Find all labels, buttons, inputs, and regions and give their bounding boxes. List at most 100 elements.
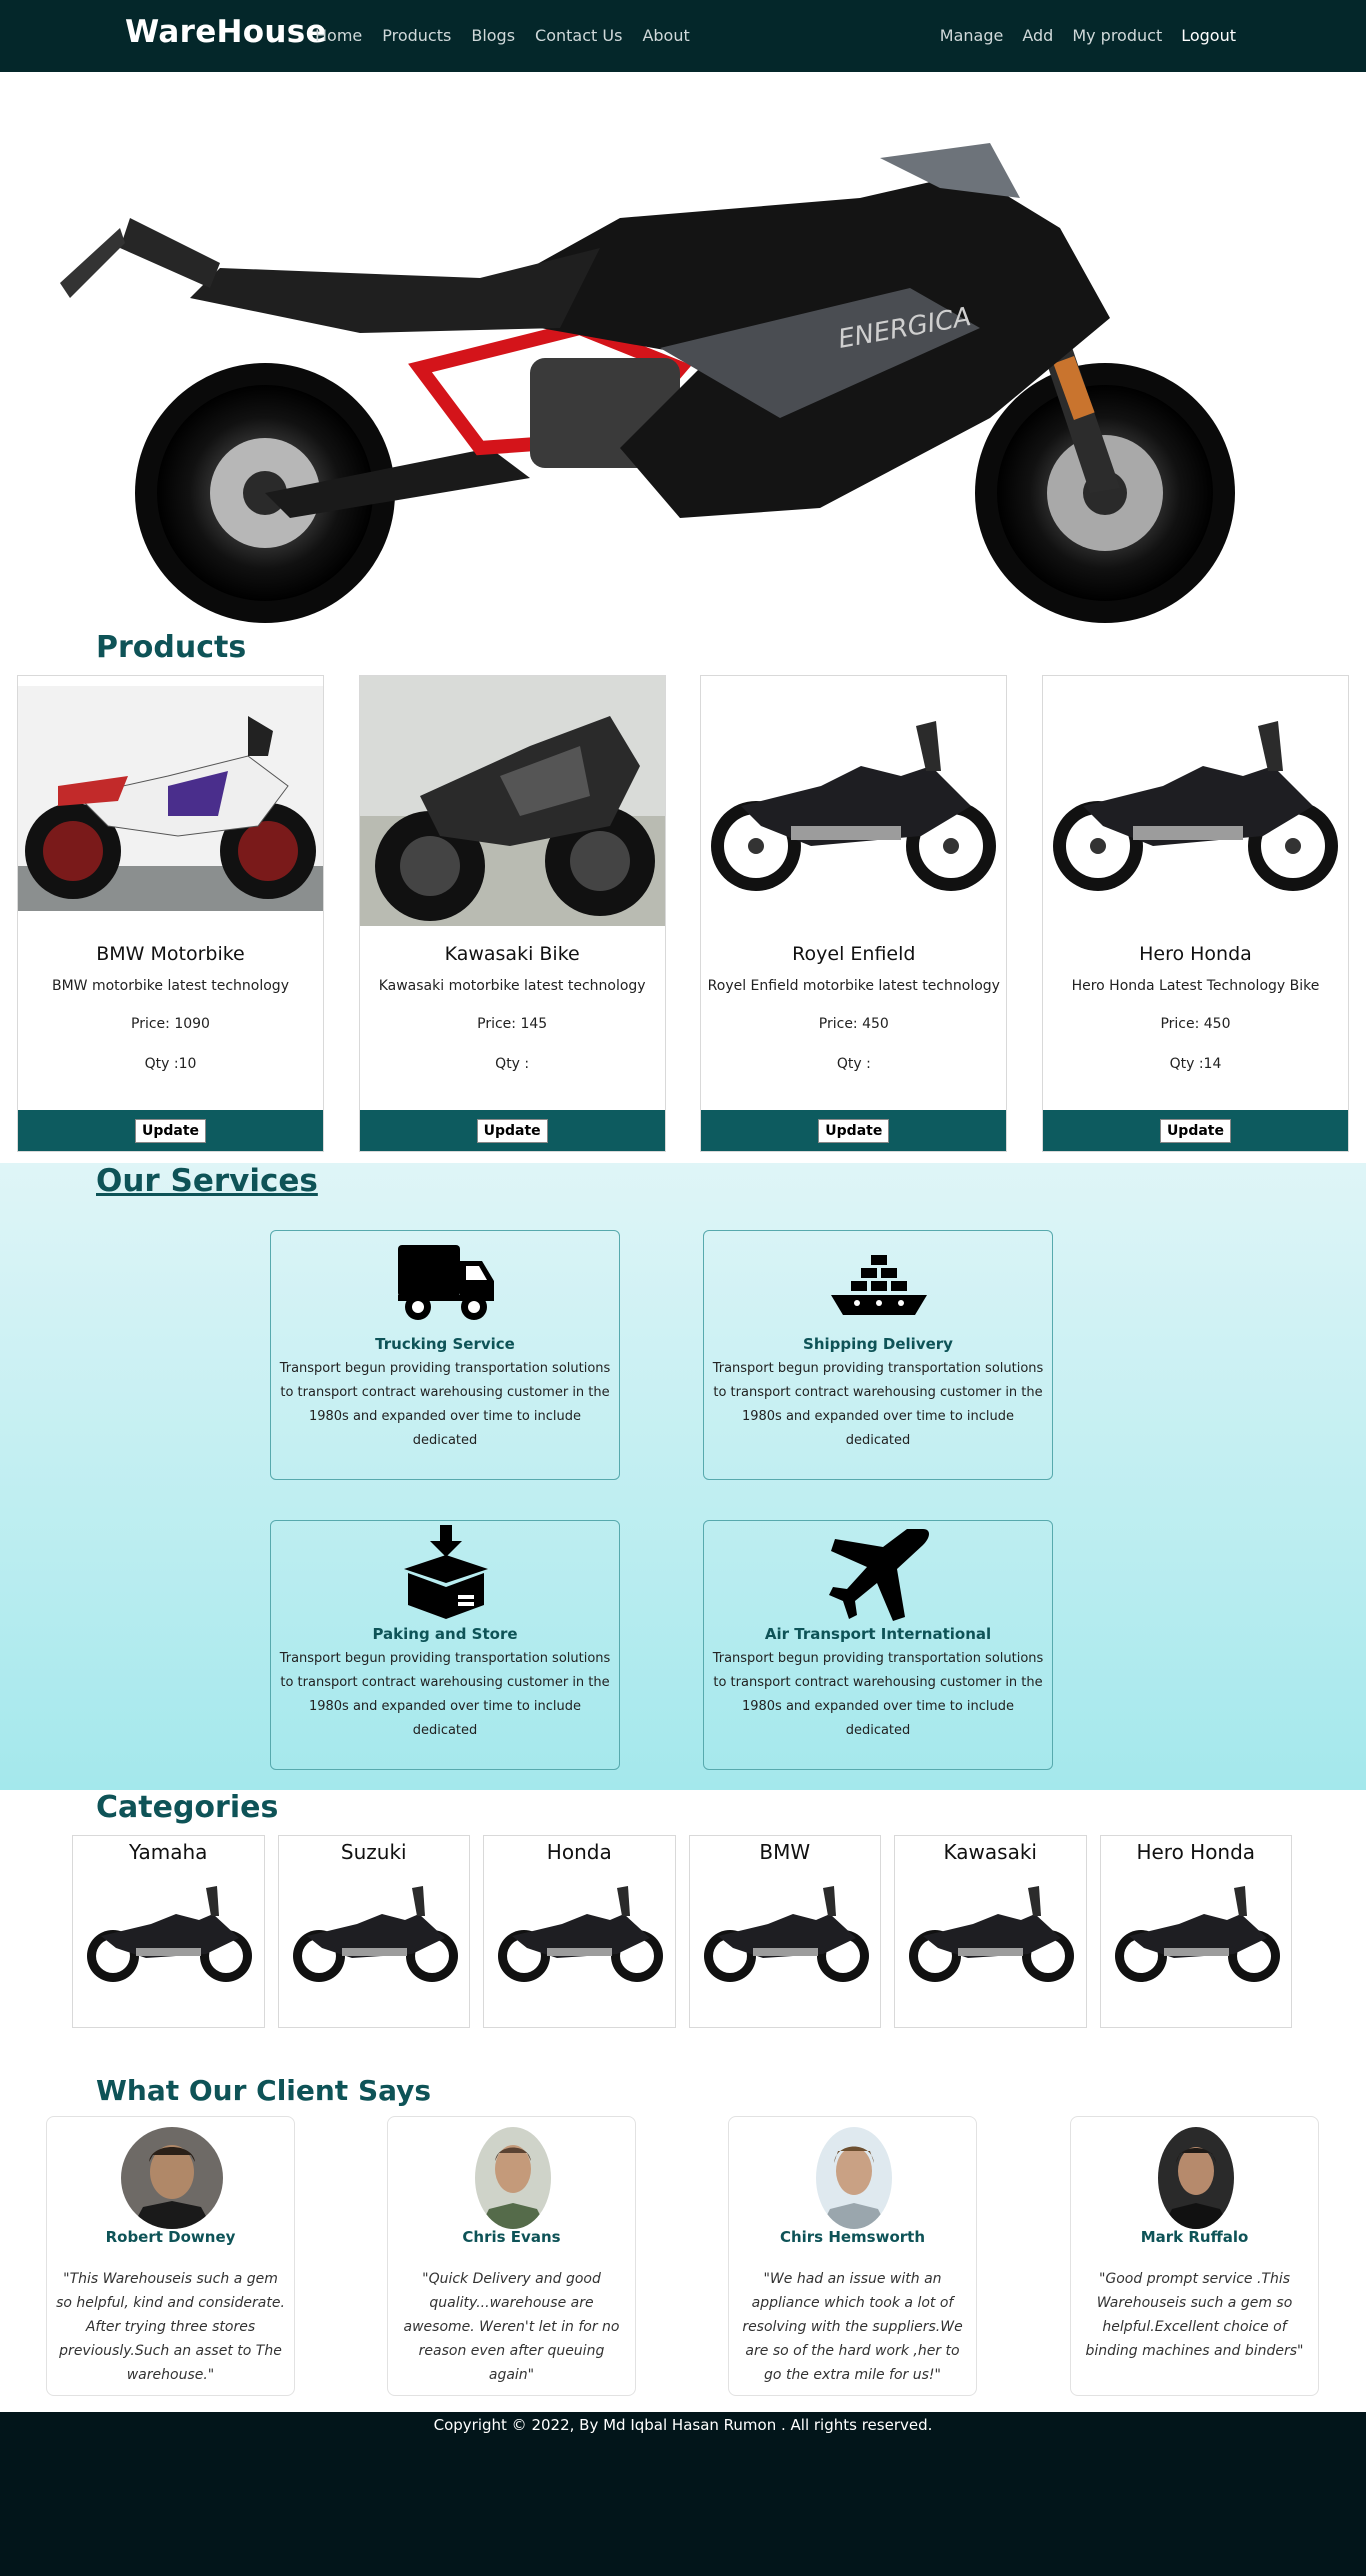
services-section-title: Our Services <box>96 1163 318 1199</box>
service-description: Transport begun providing transportation… <box>712 1361 1044 1448</box>
avatar <box>816 2127 892 2229</box>
product-name: Hero Honda <box>1139 943 1252 965</box>
product-price: Price: 450 <box>818 1016 889 1032</box>
category-name: Kawasaki <box>943 1840 1037 1864</box>
hero-banner-image: ENERGICA <box>60 118 1310 628</box>
services-section <box>0 1163 1366 1790</box>
top-navbar: WareHouse Home Products Blogs Contact Us… <box>0 0 1366 72</box>
product-image <box>18 676 323 926</box>
category-card[interactable]: Kawasaki <box>894 1835 1087 2028</box>
service-card: Paking and Store Transport begun providi… <box>270 1520 620 1770</box>
page-footer: Copyright © 2022, By Md Iqbal Hasan Rumo… <box>0 2412 1366 2576</box>
client-quote: "Quick Delivery and good quality...wareh… <box>403 2271 620 2383</box>
brand-logo[interactable]: WareHouse <box>125 14 327 50</box>
service-title: Shipping Delivery <box>803 1335 953 1353</box>
testimonial-card: Robert Downey "This Warehouseis such a g… <box>46 2116 295 2396</box>
service-description: Transport begun providing transportation… <box>279 1361 611 1448</box>
category-name: Honda <box>546 1840 612 1864</box>
nav-link-home[interactable]: Home <box>315 26 362 45</box>
nav-link-my-product[interactable]: My product <box>1072 26 1162 45</box>
product-description: BMW motorbike latest technology <box>52 978 289 994</box>
ship-icon <box>827 1235 931 1331</box>
category-card[interactable]: Yamaha <box>72 1835 265 2028</box>
category-card[interactable]: Hero Honda <box>1099 1835 1292 2028</box>
client-name: Chris Evans <box>462 2228 561 2246</box>
service-title: Air Transport International <box>764 1625 992 1643</box>
service-card: Air Transport International Transport be… <box>703 1520 1053 1770</box>
logout-button[interactable]: Logout <box>1181 26 1236 45</box>
product-description: Kawasaki motorbike latest technology <box>378 978 646 994</box>
nav-link-about[interactable]: About <box>642 26 689 45</box>
product-image <box>1042 676 1348 926</box>
nav-links: Home Products Blogs Contact Us About <box>315 26 690 45</box>
client-quote: "Good prompt service .This Warehouseis s… <box>1085 2271 1304 2359</box>
service-card: Trucking Service Transport begun providi… <box>270 1230 620 1480</box>
product-quantity: Qty : <box>836 1056 871 1072</box>
client-name: Robert Downey <box>105 2228 236 2246</box>
product-card: Kawasaki Bike Kawasaki motorbike latest … <box>358 675 666 1152</box>
product-price: Price: 450 <box>1160 1016 1231 1032</box>
categories-grid: Yamaha Suzuki Honda BMW Kawasaki Hero Ho… <box>72 1835 1292 2028</box>
category-card[interactable]: BMW <box>688 1835 881 2028</box>
nav-link-blogs[interactable]: Blogs <box>471 26 515 45</box>
product-card: BMW Motorbike BMW motorbike latest techn… <box>17 675 324 1152</box>
update-button[interactable]: Update <box>1159 1118 1231 1143</box>
service-description: Transport begun providing transportation… <box>279 1651 611 1738</box>
category-bike-image <box>87 1886 252 1982</box>
truck-icon <box>394 1235 498 1331</box>
avatar <box>475 2127 551 2229</box>
category-bike-image <box>703 1886 869 1982</box>
products-section-title: Products <box>96 630 247 665</box>
product-action-bar: Update <box>701 1110 1007 1151</box>
categories-section-title: Categories <box>96 1790 279 1825</box>
category-card[interactable]: Suzuki <box>277 1835 470 2028</box>
nav-link-add[interactable]: Add <box>1022 26 1053 45</box>
testimonials-section-title: What Our Client Says <box>96 2074 432 2107</box>
category-name: Yamaha <box>129 1840 208 1864</box>
testimonial-card: Chris Evans "Quick Delivery and good qua… <box>387 2116 636 2396</box>
update-button[interactable]: Update <box>134 1118 207 1143</box>
avatar <box>121 2127 223 2229</box>
category-name: Suzuki <box>340 1840 407 1864</box>
avatar <box>1158 2127 1234 2229</box>
product-name: BMW Motorbike <box>96 943 245 965</box>
update-button[interactable]: Update <box>476 1118 548 1143</box>
testimonial-card: Chirs Hemsworth "We had an issue with an… <box>728 2116 977 2396</box>
client-quote: "This Warehouseis such a gem so helpful,… <box>56 2271 285 2383</box>
service-title: Paking and Store <box>372 1625 518 1643</box>
product-action-bar: Update <box>18 1110 323 1151</box>
testimonial-card: Mark Ruffalo "Good prompt service .This … <box>1070 2116 1319 2396</box>
service-title: Trucking Service <box>375 1335 515 1353</box>
airplane-icon <box>827 1525 931 1621</box>
product-action-bar: Update <box>359 1110 665 1151</box>
products-grid: BMW Motorbike BMW motorbike latest techn… <box>17 675 1349 1152</box>
product-quantity: Qty : <box>495 1056 530 1072</box>
product-price: Price: 1090 <box>131 1016 210 1032</box>
nav-link-contact[interactable]: Contact Us <box>535 26 622 45</box>
category-bike-image <box>292 1886 458 1982</box>
product-image <box>701 676 1007 926</box>
product-card: Hero Honda Hero Honda Latest Technology … <box>1041 675 1349 1152</box>
category-bike-image <box>909 1886 1074 1982</box>
category-name: Hero Honda <box>1136 1840 1256 1864</box>
nav-link-products[interactable]: Products <box>382 26 451 45</box>
nav-link-manage[interactable]: Manage <box>940 26 1004 45</box>
product-price: Price: 145 <box>477 1016 548 1032</box>
client-quote: "We had an issue with an appliance which… <box>742 2271 963 2383</box>
product-quantity: Qty :10 <box>144 1056 197 1072</box>
category-bike-image <box>498 1886 663 1982</box>
client-name: Mark Ruffalo <box>1140 2228 1249 2246</box>
product-quantity: Qty :14 <box>1169 1056 1222 1072</box>
product-description: Royel Enfield motorbike latest technolog… <box>707 978 1000 994</box>
category-card[interactable]: Honda <box>483 1835 676 2028</box>
client-name: Chirs Hemsworth <box>779 2228 926 2246</box>
update-button[interactable]: Update <box>818 1118 890 1143</box>
service-description: Transport begun providing transportation… <box>712 1651 1044 1738</box>
copyright-text: Copyright © 2022, By Md Iqbal Hasan Rumo… <box>433 2416 933 2434</box>
box-icon <box>394 1525 498 1621</box>
product-name: Kawasaki Bike <box>444 943 580 965</box>
nav-right-links: Manage Add My product Logout <box>940 26 1236 45</box>
category-bike-image <box>1114 1886 1280 1982</box>
product-image <box>359 676 665 926</box>
product-name: Royel Enfield <box>792 943 916 965</box>
